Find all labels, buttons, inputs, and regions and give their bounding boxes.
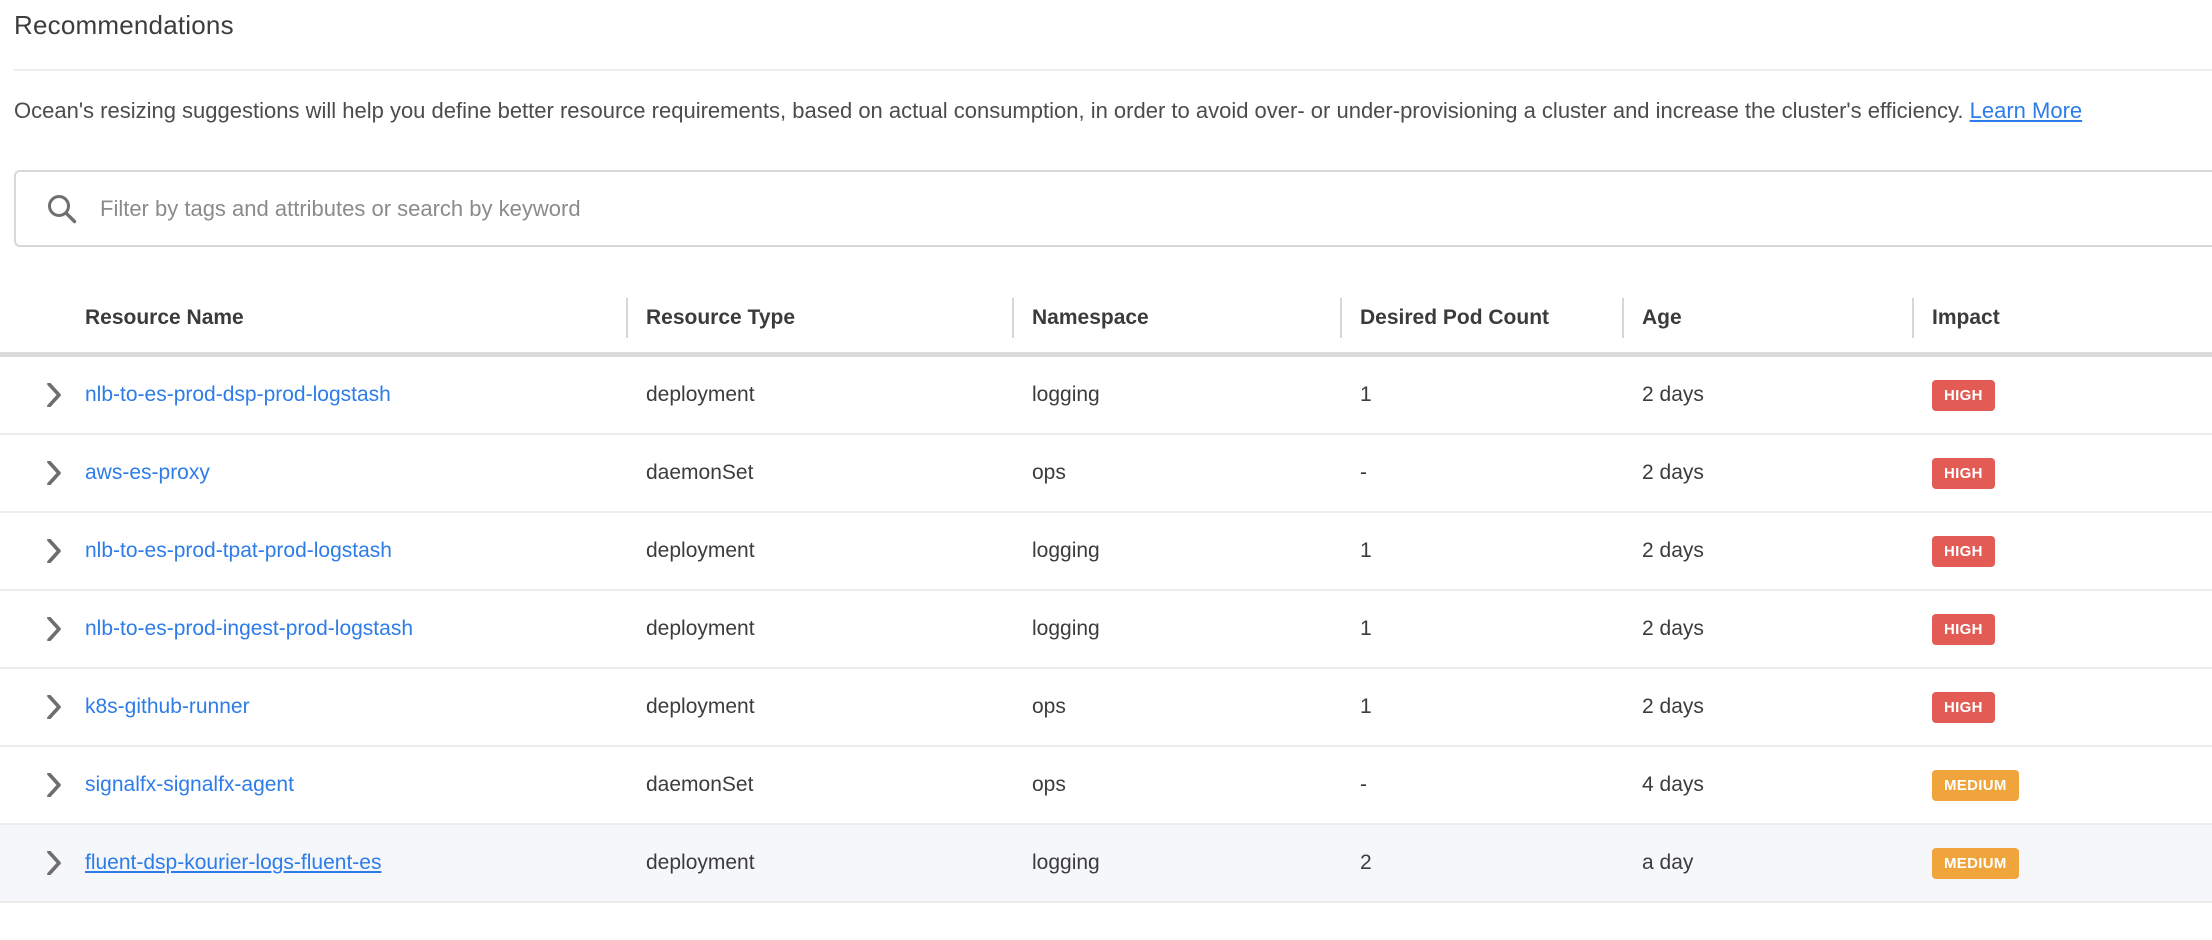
impact-cell: HIGH [1912,380,2212,411]
resource-name-cell: nlb-to-es-prod-ingest-prod-logstash [0,617,626,641]
filter-search-box[interactable] [14,170,2212,247]
impact-badge: HIGH [1932,692,1995,723]
resource-type-cell: deployment [626,851,1012,875]
age-cell: 2 days [1622,539,1912,563]
chevron-right-icon[interactable] [46,539,63,563]
table-row[interactable]: k8s-github-runner deployment ops 1 2 day… [0,669,2212,747]
resource-name-link[interactable]: fluent-dsp-kourier-logs-fluent-es [85,851,381,874]
table-row[interactable]: fluent-dsp-kourier-logs-fluent-es deploy… [0,825,2212,903]
resource-name-cell: signalfx-signalfx-agent [0,773,626,797]
impact-badge: MEDIUM [1932,770,2019,801]
namespace-cell: logging [1012,383,1340,407]
title-divider [14,69,2212,71]
chevron-right-icon[interactable] [46,773,63,797]
recommendations-page: Recommendations Ocean's resizing suggest… [0,10,2212,940]
namespace-cell: ops [1012,773,1340,797]
table-row[interactable]: nlb-to-es-prod-ingest-prod-logstash depl… [0,591,2212,669]
page-title: Recommendations [14,10,2212,41]
resource-name-link[interactable]: nlb-to-es-prod-ingest-prod-logstash [85,617,413,640]
impact-cell: MEDIUM [1912,770,2212,801]
resource-name-link[interactable]: signalfx-signalfx-agent [85,773,294,796]
pod-count-cell: - [1340,461,1622,485]
resource-name-link[interactable]: nlb-to-es-prod-tpat-prod-logstash [85,539,392,562]
age-cell: 2 days [1622,695,1912,719]
pod-count-cell: 1 [1340,617,1622,641]
namespace-cell: logging [1012,539,1340,563]
column-header-resource-type: Resource Type [626,283,1012,352]
age-cell: 2 days [1622,383,1912,407]
search-input[interactable] [100,179,2212,239]
table-row[interactable]: aws-es-proxy daemonSet ops - 2 days HIGH [0,435,2212,513]
column-header-impact: Impact [1912,283,2212,352]
chevron-right-icon[interactable] [46,617,63,641]
impact-badge: HIGH [1932,380,1995,411]
resource-name-cell: fluent-dsp-kourier-logs-fluent-es [0,851,626,875]
impact-badge: HIGH [1932,458,1995,489]
recommendations-table: Resource Name Resource Type Namespace De… [0,283,2212,903]
table-body: nlb-to-es-prod-dsp-prod-logstash deploym… [0,357,2212,903]
resource-type-cell: daemonSet [626,773,1012,797]
age-cell: 2 days [1622,617,1912,641]
resource-name-link[interactable]: k8s-github-runner [85,695,250,718]
resource-name-link[interactable]: aws-es-proxy [85,461,210,484]
impact-cell: HIGH [1912,458,2212,489]
resource-name-cell: nlb-to-es-prod-tpat-prod-logstash [0,539,626,563]
description-text: Ocean's resizing suggestions will help y… [14,95,2188,126]
chevron-right-icon[interactable] [46,383,63,407]
table-header-row: Resource Name Resource Type Namespace De… [0,283,2212,357]
impact-cell: HIGH [1912,614,2212,645]
chevron-right-icon[interactable] [46,851,63,875]
impact-badge: HIGH [1932,614,1995,645]
pod-count-cell: - [1340,773,1622,797]
namespace-cell: ops [1012,461,1340,485]
table-row[interactable]: nlb-to-es-prod-tpat-prod-logstash deploy… [0,513,2212,591]
table-row[interactable]: signalfx-signalfx-agent daemonSet ops - … [0,747,2212,825]
resource-name-cell: aws-es-proxy [0,461,626,485]
resource-type-cell: deployment [626,539,1012,563]
column-header-resource-name: Resource Name [0,283,626,352]
learn-more-link[interactable]: Learn More [1970,98,2083,123]
resource-name-cell: k8s-github-runner [0,695,626,719]
age-cell: a day [1622,851,1912,875]
pod-count-cell: 2 [1340,851,1622,875]
resource-type-cell: deployment [626,617,1012,641]
resource-type-cell: deployment [626,695,1012,719]
pod-count-cell: 1 [1340,695,1622,719]
description-body: Ocean's resizing suggestions will help y… [14,98,1964,123]
resource-name-link[interactable]: nlb-to-es-prod-dsp-prod-logstash [85,383,391,406]
resource-type-cell: deployment [626,383,1012,407]
resource-name-cell: nlb-to-es-prod-dsp-prod-logstash [0,383,626,407]
search-icon [46,193,78,225]
resource-type-cell: daemonSet [626,461,1012,485]
column-header-namespace: Namespace [1012,283,1340,352]
chevron-right-icon[interactable] [46,695,63,719]
impact-badge: HIGH [1932,536,1995,567]
impact-badge: MEDIUM [1932,848,2019,879]
impact-cell: MEDIUM [1912,848,2212,879]
column-header-age: Age [1622,283,1912,352]
pod-count-cell: 1 [1340,539,1622,563]
age-cell: 2 days [1622,461,1912,485]
table-row[interactable]: nlb-to-es-prod-dsp-prod-logstash deploym… [0,357,2212,435]
namespace-cell: logging [1012,617,1340,641]
pod-count-cell: 1 [1340,383,1622,407]
impact-cell: HIGH [1912,692,2212,723]
namespace-cell: logging [1012,851,1340,875]
column-header-desired-pod-count: Desired Pod Count [1340,283,1622,352]
namespace-cell: ops [1012,695,1340,719]
impact-cell: HIGH [1912,536,2212,567]
chevron-right-icon[interactable] [46,461,63,485]
age-cell: 4 days [1622,773,1912,797]
